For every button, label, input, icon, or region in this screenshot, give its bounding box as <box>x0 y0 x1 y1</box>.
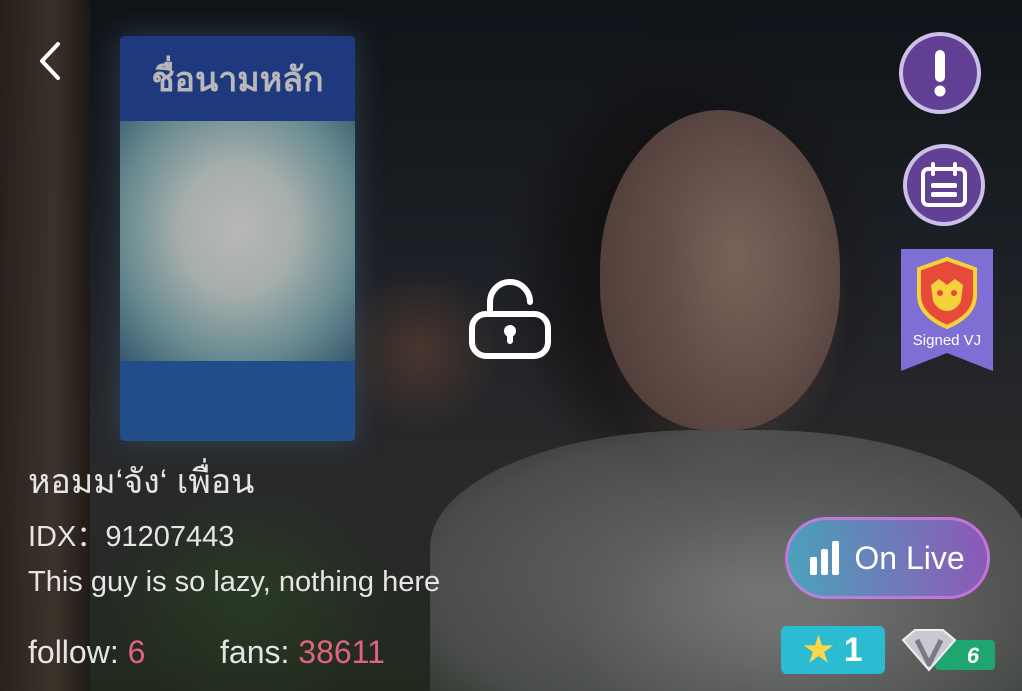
follow-count: 6 <box>127 634 146 670</box>
diamond-icon: 6 <box>901 629 995 672</box>
calendar-icon <box>921 162 967 207</box>
unlock-button[interactable] <box>466 276 554 362</box>
follow-label: follow: <box>28 634 119 670</box>
fans-label: fans: <box>220 634 290 670</box>
star-icon: ★ <box>803 631 834 669</box>
signed-vj-badge: Signed VJ <box>901 249 993 371</box>
on-live-button[interactable]: On Live <box>785 517 990 599</box>
back-button[interactable] <box>32 38 72 84</box>
profile-idx: IDX：91207443 <box>28 521 235 553</box>
profile-bio: This guy is so lazy, nothing here <box>28 566 441 598</box>
follow-stat[interactable]: follow: 6 <box>28 634 145 671</box>
on-live-label: On Live <box>854 539 965 576</box>
vip-level: 6 <box>967 643 980 668</box>
unlocked-padlock-icon <box>469 279 551 359</box>
report-button[interactable] <box>899 32 981 114</box>
level-value: 1 <box>843 630 863 669</box>
profile-name: หอมม‘จัง‘ เพื่อน <box>28 463 255 501</box>
fans-stat[interactable]: fans: 38611 <box>220 634 385 671</box>
exclamation-icon <box>934 50 946 97</box>
level-badge: ★ 1 <box>781 626 885 674</box>
signed-vj-label: Signed VJ <box>912 332 982 349</box>
vj-ribbon-icon <box>901 249 993 371</box>
chevron-left-icon <box>40 42 60 80</box>
calendar-button[interactable] <box>903 144 985 226</box>
signal-bars-icon <box>810 541 840 575</box>
fans-count: 38611 <box>298 634 385 670</box>
vip-badge: 6 <box>897 626 997 674</box>
